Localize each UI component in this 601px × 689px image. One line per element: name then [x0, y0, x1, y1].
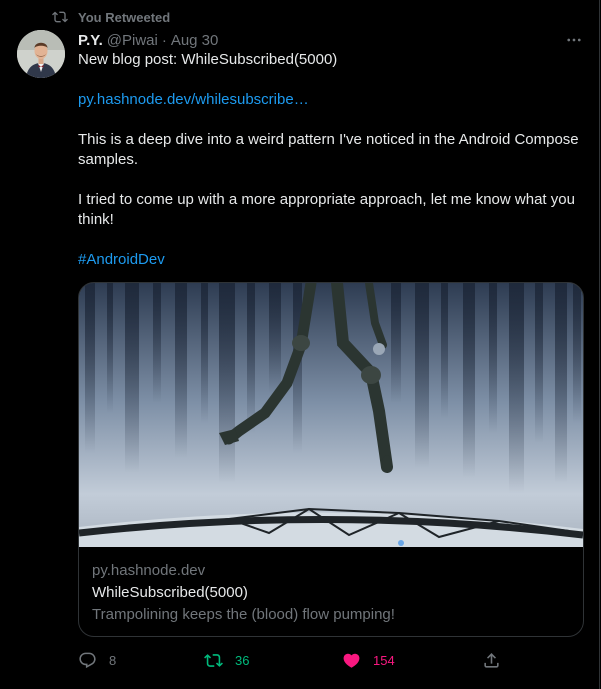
tweet-text: New blog post: WhileSubscribed(5000) py.… — [78, 50, 584, 270]
author-handle[interactable]: @Piwai — [107, 32, 158, 49]
reply-button[interactable]: 8 — [78, 648, 116, 672]
retweet-icon — [52, 11, 68, 23]
heart-filled-icon — [343, 653, 360, 668]
tweet-line: New blog post: WhileSubscribed(5000) — [78, 51, 338, 68]
avatar[interactable] — [17, 30, 65, 78]
more-button[interactable] — [564, 30, 584, 50]
action-bar: 8 36 154 — [78, 648, 584, 672]
tweet-date[interactable]: Aug 30 — [171, 32, 219, 49]
tweet-paragraph: This is a deep dive into a weird pattern… — [78, 131, 579, 168]
tweet-link[interactable]: py.hashnode.dev/whilesubscribe… — [78, 91, 309, 108]
tweet-header: P.Y. @Piwai · Aug 30 — [78, 30, 218, 50]
like-button[interactable]: 154 — [342, 648, 395, 672]
reply-icon — [79, 652, 96, 668]
retweet-button[interactable]: 36 — [204, 648, 249, 672]
more-horizontal-icon — [567, 38, 581, 42]
reply-count: 8 — [109, 652, 117, 668]
tweet-article[interactable]: You Retweeted P.Y. @Piwai · Aug 30 New b… — [0, 0, 600, 689]
card-title: WhileSubscribed(5000) — [92, 584, 248, 601]
like-count: 154 — [373, 652, 395, 668]
link-card[interactable]: py.hashnode.dev WhileSubscribed(5000) Tr… — [78, 282, 584, 637]
avatar-image — [17, 30, 65, 78]
share-button[interactable] — [482, 648, 513, 672]
social-context: You Retweeted — [52, 8, 170, 26]
card-description: Trampolining keeps the (blood) flow pump… — [92, 606, 395, 623]
tweet-paragraph: I tried to come up with a more appropria… — [78, 191, 575, 228]
retweet-icon — [204, 653, 223, 667]
share-icon — [484, 652, 499, 668]
card-image — [79, 283, 583, 547]
retweet-count: 36 — [235, 652, 250, 668]
author-name[interactable]: P.Y. — [78, 32, 103, 49]
hashtag-link[interactable]: #AndroidDev — [78, 251, 165, 268]
social-context-label: You Retweeted — [78, 9, 171, 25]
separator-dot: · — [161, 31, 167, 49]
card-text: py.hashnode.dev WhileSubscribed(5000) Tr… — [92, 561, 572, 625]
card-domain: py.hashnode.dev — [92, 562, 206, 579]
